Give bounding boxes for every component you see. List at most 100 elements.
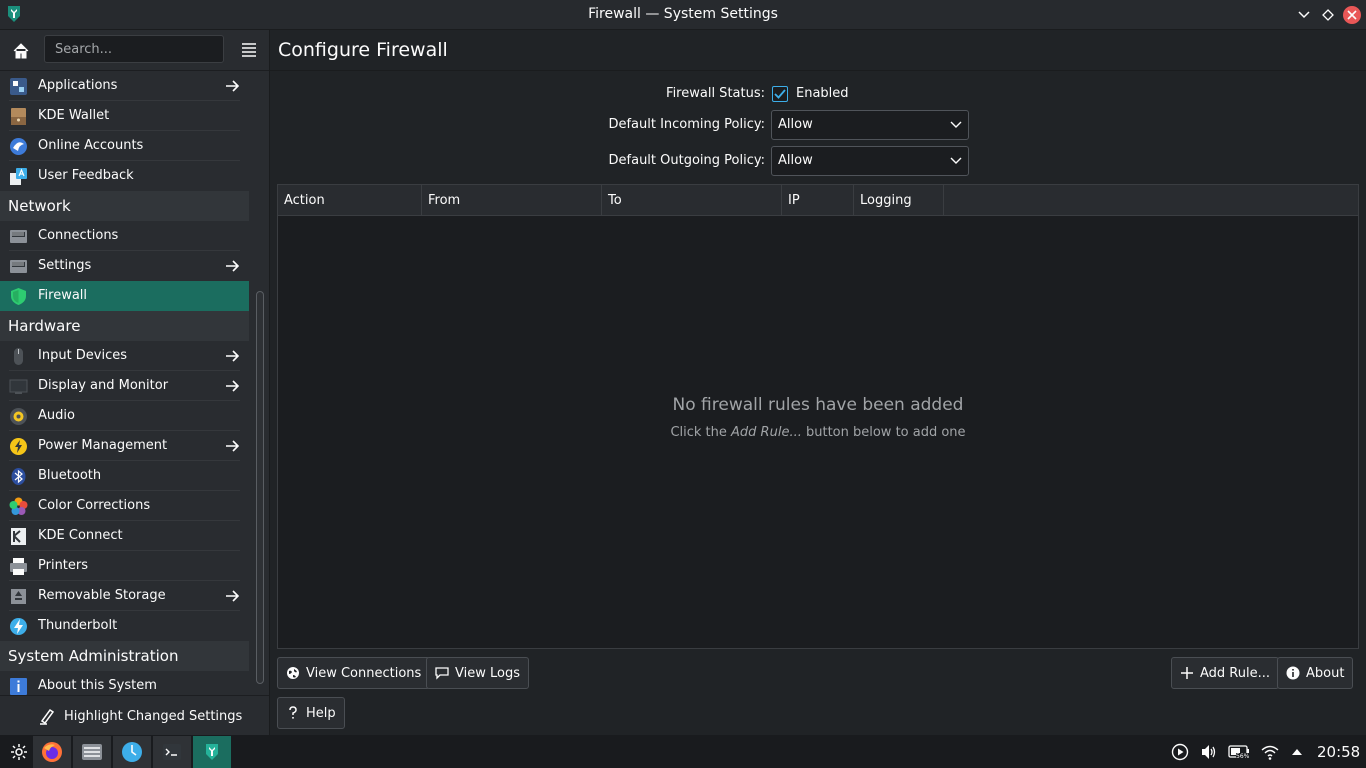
close-icon: [1347, 10, 1357, 20]
sidebar-item-label: Removable Storage: [38, 588, 166, 603]
sidebar-item-audio[interactable]: Audio: [0, 401, 249, 431]
firefox-task[interactable]: [33, 736, 71, 768]
discover-task[interactable]: [113, 736, 151, 768]
add-rule-label: Add Rule...: [1200, 665, 1270, 681]
sidebar-item-label: Power Management: [38, 438, 168, 453]
arrow-right-icon: [226, 260, 240, 272]
sidebar: Applications KDE Wallet Online Accounts Use…: [0, 30, 270, 736]
table-header: Action From To IP Logging: [278, 185, 1358, 216]
shield-icon: [11, 288, 26, 305]
sidebar-item-firewall[interactable]: Firewall: [0, 281, 249, 311]
sidebar-category-network: Network: [0, 191, 249, 221]
column-header-action[interactable]: Action: [278, 185, 422, 215]
empty-sub-emphasis: Add Rule...: [731, 425, 802, 440]
thunderbolt-icon: [10, 618, 27, 635]
sidebar-footer: Highlight Changed Settings: [0, 695, 269, 736]
media-player-icon[interactable]: [1171, 743, 1189, 761]
view-connections-button[interactable]: View Connections: [277, 657, 431, 689]
outgoing-policy-select[interactable]: Allow: [771, 146, 969, 176]
rules-table: Action From To IP Logging No firewall ru…: [277, 184, 1359, 649]
sidebar-list: Applications KDE Wallet Online Accounts Use…: [0, 71, 249, 695]
sidebar-item-settings[interactable]: Settings: [0, 251, 249, 281]
sidebar-item-power-management[interactable]: Power Management: [0, 431, 249, 461]
clock[interactable]: 20:58: [1317, 743, 1360, 761]
view-logs-label: View Logs: [455, 665, 520, 681]
sidebar-item-thunderbolt[interactable]: Thunderbolt: [0, 611, 249, 641]
column-header-to[interactable]: To: [602, 185, 782, 215]
sidebar-item-applications[interactable]: Applications: [0, 71, 249, 101]
sidebar-scrollbar[interactable]: [256, 71, 264, 695]
maximize-button[interactable]: [1317, 4, 1339, 26]
online-accounts-icon: [10, 138, 27, 155]
sidebar-item-label: Online Accounts: [38, 138, 144, 153]
home-icon[interactable]: [10, 40, 32, 62]
file-manager-task[interactable]: [73, 736, 111, 768]
sidebar-category-label: System Administration: [8, 647, 179, 665]
info-icon: [1286, 666, 1300, 680]
view-logs-button[interactable]: View Logs: [426, 657, 529, 689]
wifi-icon[interactable]: [1260, 743, 1280, 761]
sidebar-item-online-accounts[interactable]: Online Accounts: [0, 131, 249, 161]
sidebar-category-hardware: Hardware: [0, 311, 249, 341]
about-button[interactable]: About: [1277, 657, 1354, 689]
sidebar-item-label: Connections: [38, 228, 119, 243]
incoming-policy-value: Allow: [778, 117, 813, 132]
column-header-label: From: [428, 193, 461, 208]
terminal-task[interactable]: [153, 736, 191, 768]
search-input[interactable]: [44, 35, 224, 63]
column-header-from[interactable]: From: [422, 185, 602, 215]
show-hidden-icons-icon[interactable]: [1290, 743, 1304, 761]
terminal-icon: [163, 744, 181, 760]
about-label: About: [1306, 665, 1345, 681]
sidebar-item-label: Input Devices: [38, 348, 128, 363]
speech-bubble-icon: [435, 667, 449, 680]
column-header-logging[interactable]: Logging: [854, 185, 944, 215]
sidebar-item-color-corrections[interactable]: Color Corrections: [0, 491, 249, 521]
hamburger-menu-icon[interactable]: [240, 41, 258, 59]
network-settings-icon: [10, 260, 27, 273]
highlight-changed-settings-button[interactable]: Highlight Changed Settings: [38, 705, 242, 727]
arrow-right-icon: [226, 380, 240, 392]
sidebar-item-input-devices[interactable]: Input Devices: [0, 341, 249, 371]
close-button[interactable]: [1343, 6, 1361, 24]
sidebar-item-bluetooth[interactable]: Bluetooth: [0, 461, 249, 491]
add-rule-button[interactable]: Add Rule...: [1171, 657, 1279, 689]
firewall-enabled-label[interactable]: Enabled: [796, 86, 849, 101]
main-header: Configure Firewall: [270, 30, 1366, 71]
arrow-right-icon: [226, 350, 240, 362]
outgoing-policy-value: Allow: [778, 153, 813, 168]
sidebar-item-about-this-system[interactable]: About this System: [0, 671, 249, 695]
bluetooth-icon: [11, 468, 26, 485]
about-system-icon: [10, 678, 27, 695]
incoming-policy-select[interactable]: Allow: [771, 110, 969, 140]
sidebar-item-user-feedback[interactable]: User Feedback: [0, 161, 249, 191]
taskbar: 56% 20:58: [0, 735, 1366, 768]
page-title: Configure Firewall: [278, 39, 448, 61]
firewall-enabled-checkbox[interactable]: [772, 86, 788, 102]
monitor-icon: [9, 379, 28, 394]
volume-icon[interactable]: [1200, 743, 1218, 761]
sidebar-item-label: Display and Monitor: [38, 378, 169, 393]
column-header-label: IP: [788, 193, 800, 208]
column-header-ip[interactable]: IP: [782, 185, 854, 215]
outgoing-policy-label: Default Outgoing Policy:: [608, 153, 765, 168]
sidebar-item-label: Color Corrections: [38, 498, 151, 513]
sidebar-item-connections[interactable]: Connections: [0, 221, 249, 251]
sidebar-item-kde-wallet[interactable]: KDE Wallet: [0, 101, 249, 131]
sidebar-item-label: Audio: [38, 408, 75, 423]
title-bar: Firewall — System Settings: [0, 0, 1366, 30]
sidebar-item-printers[interactable]: Printers: [0, 551, 249, 581]
sidebar-item-kde-connect[interactable]: KDE Connect: [0, 521, 249, 551]
power-lightning-icon: [10, 438, 27, 455]
battery-indicator[interactable]: 56%: [1228, 743, 1252, 761]
sidebar-item-display-and-monitor[interactable]: Display and Monitor: [0, 371, 249, 401]
mouse-icon: [14, 348, 23, 365]
sidebar-item-removable-storage[interactable]: Removable Storage: [0, 581, 249, 611]
sidebar-item-label: KDE Connect: [38, 528, 123, 543]
color-wheel-icon: [9, 497, 28, 515]
system-settings-task[interactable]: [193, 736, 231, 768]
scrollbar-thumb[interactable]: [256, 291, 264, 684]
globe-icon: [287, 667, 299, 679]
help-button[interactable]: Help: [277, 697, 345, 729]
minimize-button[interactable]: [1293, 4, 1315, 26]
